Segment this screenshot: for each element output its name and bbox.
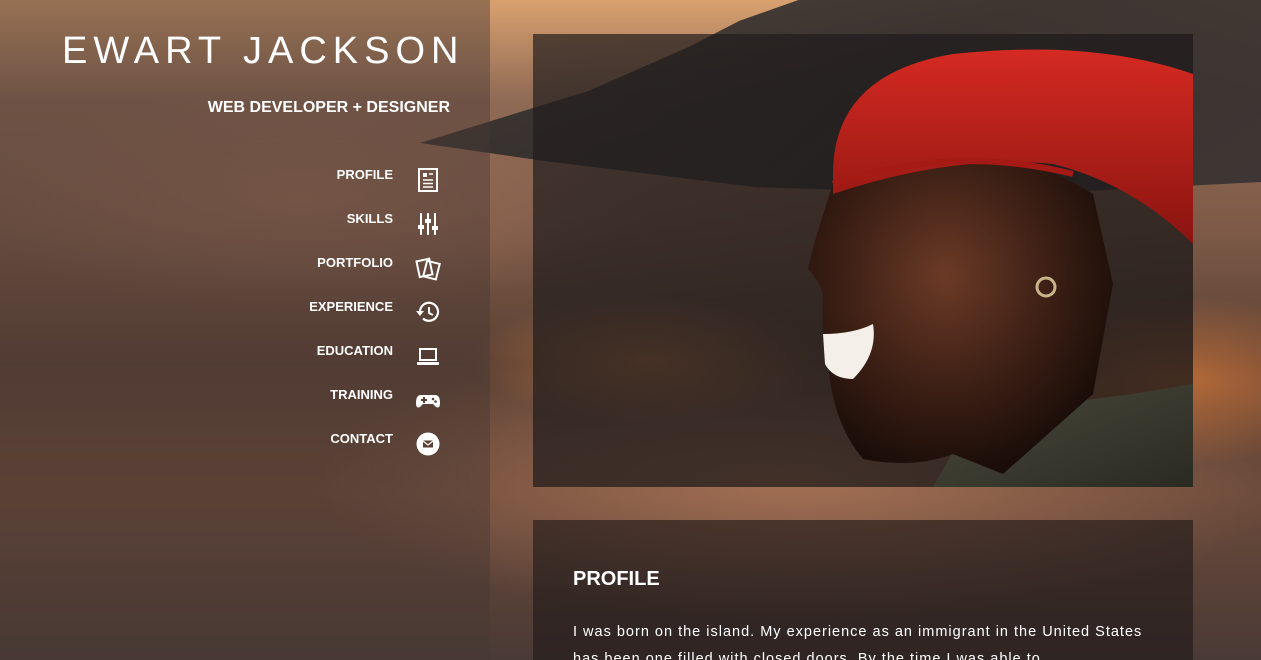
sidebar: EWART JACKSON WEB DEVELOPER + DESIGNER P… (0, 0, 490, 660)
site-subtitle: WEB DEVELOPER + DESIGNER (207, 99, 450, 116)
profile-text: I was born on the island. My experience … (573, 624, 1143, 660)
profile-section: PROFILE I was born on the island. My exp… (533, 520, 1193, 660)
nav-item-label: PORTFOLIO (317, 255, 393, 270)
nav-item-label: EXPERIENCE (309, 299, 393, 314)
profile-photo (533, 34, 1193, 487)
nav-item-contact[interactable]: CONTACT (0, 424, 490, 464)
nav-item-training[interactable]: TRAINING (0, 380, 490, 420)
nav-item-education[interactable]: EDUCATION (0, 336, 490, 376)
nav-item-portfolio[interactable]: PORTFOLIO (0, 248, 490, 288)
nav-item-profile[interactable]: PROFILE (0, 160, 490, 200)
laptop-icon (417, 348, 439, 365)
gamepad-icon (416, 395, 440, 408)
section-title: PROFILE (573, 568, 660, 590)
nav-item-label: EDUCATION (316, 343, 393, 358)
history-icon (416, 301, 440, 322)
sliders-icon (418, 213, 438, 235)
cards-icon (415, 257, 441, 281)
portrait-image (808, 49, 1193, 487)
mail-icon (416, 432, 440, 456)
nav-item-label: SKILLS (346, 211, 393, 226)
nav-item-experience[interactable]: EXPERIENCE (0, 292, 490, 332)
nav-item-skills[interactable]: SKILLS (0, 204, 490, 244)
nav-item-label: CONTACT (330, 431, 393, 446)
document-icon (418, 168, 438, 192)
site-name: EWART JACKSON (62, 30, 465, 72)
nav-item-label: TRAINING (330, 387, 393, 402)
nav-item-label: PROFILE (336, 167, 393, 182)
